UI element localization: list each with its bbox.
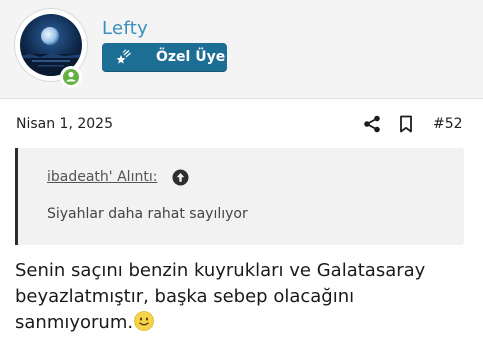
quote-author-link[interactable]: ibadeath' Alıntı:: [47, 169, 157, 185]
share-icon[interactable]: [363, 115, 381, 133]
bookmark-icon[interactable]: [398, 115, 414, 133]
post-number-link[interactable]: #52: [433, 116, 463, 132]
post-date[interactable]: Nisan 1, 2025: [16, 116, 113, 132]
message-line: sanmıyorum.: [15, 310, 475, 336]
user-badge: Özel Üye: [102, 43, 227, 72]
post-header: Lefty Özel Üye: [0, 0, 483, 99]
badge-label: Özel Üye: [156, 49, 226, 65]
post-message: Senin saçını benzin kuyrukları ve Galata…: [15, 258, 475, 336]
user-icon: [66, 71, 76, 82]
shooting-star-icon: [116, 49, 131, 64]
smile-emoji-icon: [134, 311, 154, 331]
message-line-text: sanmıyorum.: [15, 312, 134, 333]
message-line: Senin saçını benzin kuyrukları ve Galata…: [15, 260, 426, 281]
quote-block: ibadeath' Alıntı: Siyahlar daha rahat sa…: [15, 148, 464, 245]
message-line: beyazlatmıştır, başka sebep olacağını: [15, 286, 355, 307]
username-link[interactable]: Lefty: [102, 18, 148, 39]
online-status-indicator: [60, 66, 82, 88]
arrow-up-circle-icon[interactable]: [172, 169, 189, 186]
quote-text: Siyahlar daha rahat sayılıyor: [47, 206, 248, 222]
